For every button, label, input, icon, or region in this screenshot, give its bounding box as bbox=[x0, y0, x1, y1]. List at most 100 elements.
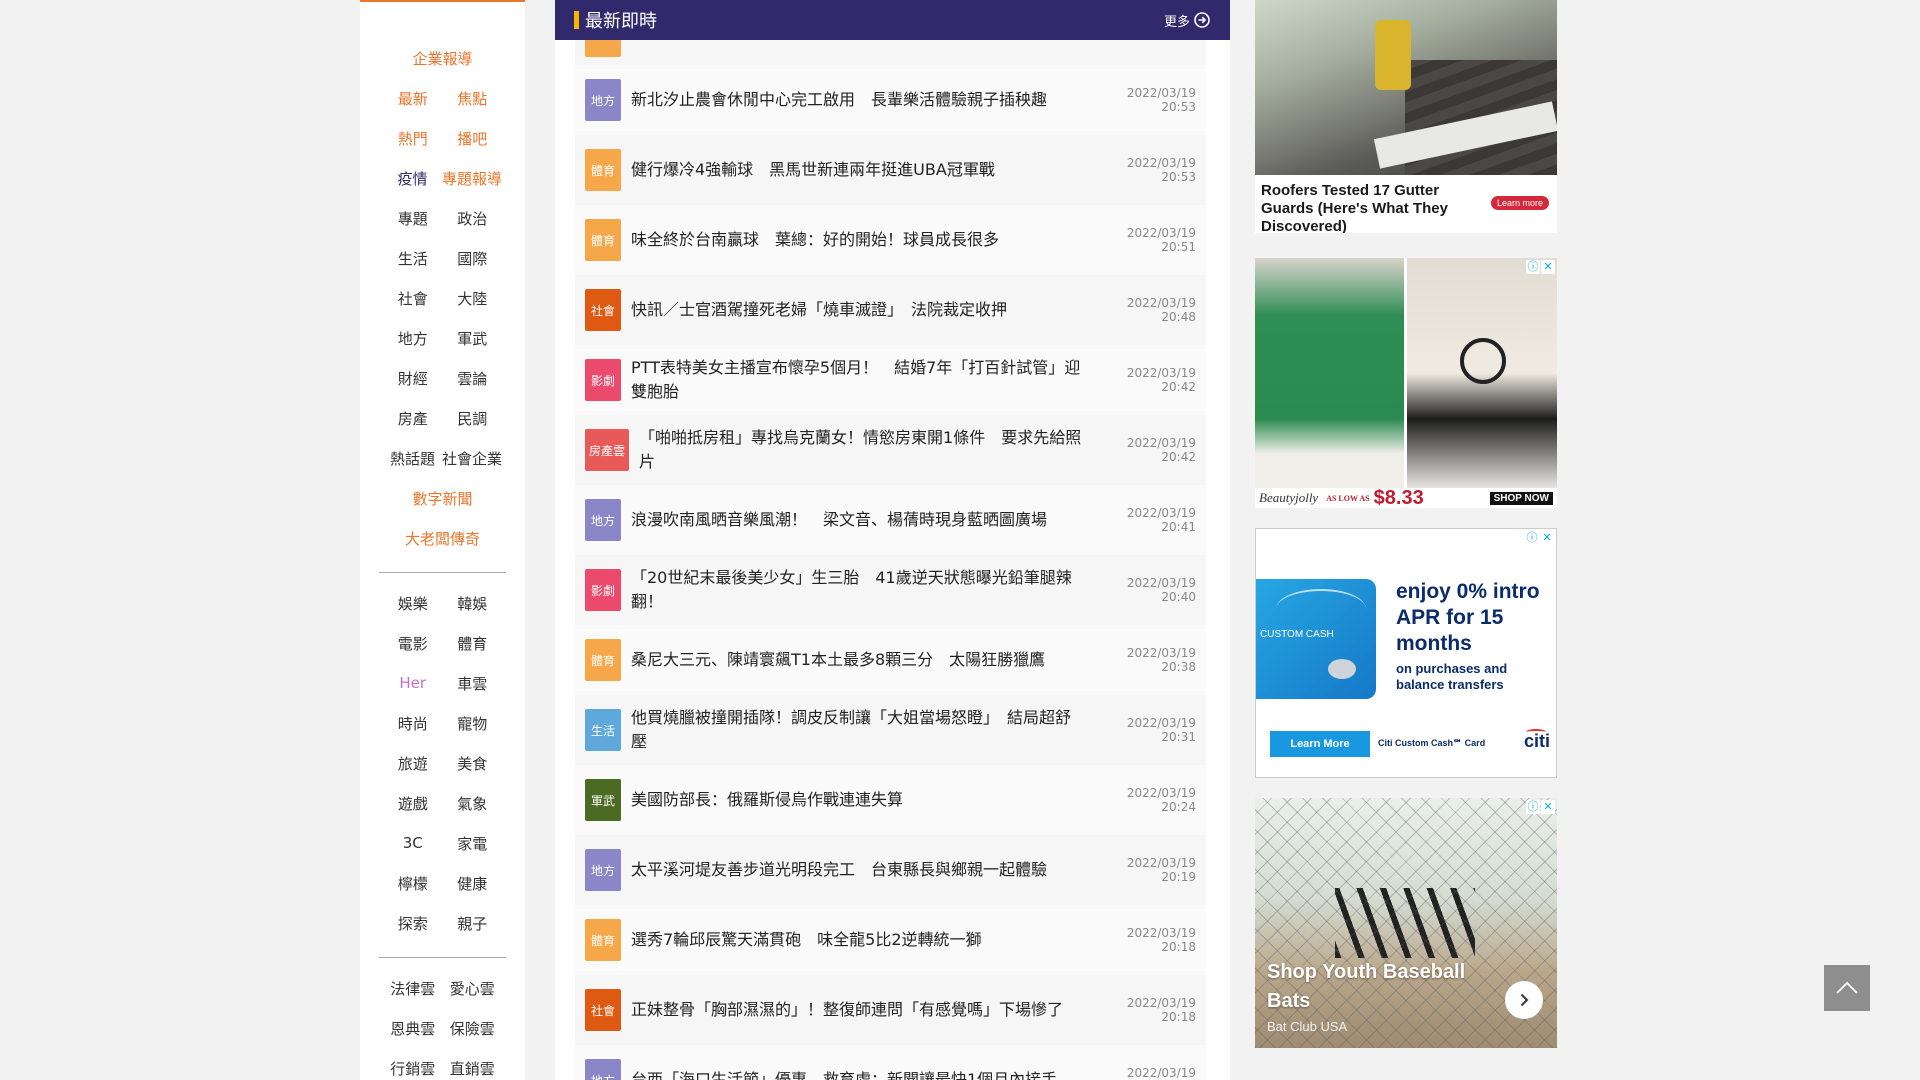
news-headline[interactable]: 桑尼大三元、陳靖寰飆T1本土最多8顆三分 太陽狂勝獵鷹 bbox=[631, 648, 1086, 672]
category-tag[interactable]: 地方 bbox=[585, 849, 621, 891]
sidebar-link[interactable]: 社會 bbox=[383, 288, 443, 309]
news-headline[interactable]: 新北汐止農會休閒中心完工啟用 長輩樂活體驗親子插秧趣 bbox=[631, 88, 1086, 112]
sidebar-link[interactable]: 車雲 bbox=[443, 673, 503, 694]
sidebar-link[interactable]: 社會企業 bbox=[442, 448, 502, 469]
sidebar-link[interactable]: 氣象 bbox=[443, 793, 503, 814]
sidebar-link[interactable]: 家電 bbox=[443, 833, 503, 854]
sidebar-link[interactable]: 數字新聞 bbox=[412, 488, 472, 509]
news-headline[interactable]: 快訊／士官酒駕撞死老婦「燒車滅證」 法院裁定收押 bbox=[631, 298, 1086, 322]
news-item[interactable]: 體育 桑尼大三元、陳靖寰飆T1本土最多8顆三分 太陽狂勝獵鷹 2022/03/19 … bbox=[575, 625, 1206, 695]
more-link[interactable]: 更多 bbox=[1164, 11, 1210, 30]
sidebar-link[interactable]: 企業報導 bbox=[412, 48, 472, 69]
sidebar-link[interactable]: 大老闆傳奇 bbox=[405, 528, 480, 549]
sidebar-link[interactable]: 探索 bbox=[383, 913, 443, 934]
category-tag[interactable]: 體育 bbox=[585, 639, 621, 681]
news-headline[interactable]: 正妹整骨「胸部濕濕的」！整復師連問「有感覺嗎」下場慘了 bbox=[631, 998, 1086, 1022]
news-item[interactable]: 地方台西「海口生活節」優惠 救育處：新聞讓最快1個月內接手 2022/03/19 … bbox=[575, 1045, 1206, 1080]
sidebar-link[interactable]: 國際 bbox=[443, 248, 503, 269]
sidebar-link[interactable]: 生活 bbox=[383, 248, 443, 269]
ad-choices[interactable]: ⓘ ✕ bbox=[1525, 531, 1554, 545]
sidebar-link[interactable]: 健康 bbox=[443, 873, 503, 894]
sidebar-link[interactable]: 直銷雲 bbox=[443, 1058, 503, 1079]
sidebar-link[interactable]: 專題報導 bbox=[442, 168, 502, 189]
ad-fashion[interactable]: ⓘ ✕ Beautyjolly AS LOW AS $8.33 SHOP NOW bbox=[1255, 258, 1557, 508]
category-tag[interactable]: 生活 bbox=[585, 709, 621, 751]
ad-choices[interactable]: ⓘ ✕ bbox=[1526, 800, 1555, 814]
news-headline[interactable]: 味全終於台南贏球 葉總：好的開始！球員成長很多 bbox=[631, 228, 1086, 252]
sidebar-link[interactable]: 保險雲 bbox=[443, 1018, 503, 1039]
next-button[interactable] bbox=[1505, 981, 1543, 1019]
sidebar-link[interactable]: 軍武 bbox=[443, 328, 503, 349]
news-item[interactable]: 軍武 美國防部長：俄羅斯侵烏作戰連連失算 2022/03/19 20:24 bbox=[575, 765, 1206, 835]
sidebar-link[interactable]: 韓娛 bbox=[443, 593, 503, 614]
sidebar-link[interactable]: 財經 bbox=[383, 368, 443, 389]
ad-gutter-guards[interactable]: Roofers Tested 17 Gutter Guards (Here's … bbox=[1255, 0, 1557, 233]
sidebar-link[interactable]: 焦點 bbox=[443, 88, 503, 109]
sidebar-link[interactable]: 體育 bbox=[443, 633, 503, 654]
sidebar-link[interactable]: 房產 bbox=[383, 408, 443, 429]
sidebar-link[interactable]: 美食 bbox=[443, 753, 503, 774]
ad-baseball-bats[interactable]: ⓘ ✕ Shop Youth Baseball Bats Bat Club US… bbox=[1255, 798, 1557, 1048]
news-headline[interactable]: 台西「海口生活節」優惠 救育處：新聞讓最快1個月內接手 bbox=[631, 1068, 1086, 1080]
sidebar-link[interactable]: 疫情 bbox=[383, 168, 442, 189]
category-tag[interactable]: 房產雲 bbox=[585, 429, 630, 471]
sidebar-link[interactable]: 遊戲 bbox=[383, 793, 443, 814]
sidebar-link[interactable]: 娛樂 bbox=[383, 593, 443, 614]
news-item[interactable]: 生活 他買燒臘被撞開插隊！調皮反制讓「大姐當場怒瞪」 結局超舒壓 2022/03/1… bbox=[575, 695, 1206, 765]
news-item[interactable]: 體育 味全終於台南贏球 葉總：好的開始！球員成長很多 2022/03/19 20:5… bbox=[575, 205, 1206, 275]
close-icon[interactable]: ✕ bbox=[1541, 260, 1555, 274]
news-headline[interactable]: 健行爆冷4強輸球 黑馬世新連兩年挺進UBA冠軍戰 bbox=[631, 158, 1086, 182]
category-tag[interactable]: 體育 bbox=[585, 149, 621, 191]
ad-info-icon[interactable]: ⓘ bbox=[1525, 531, 1539, 545]
sidebar-link[interactable]: 法律雲 bbox=[383, 978, 443, 999]
sidebar-link[interactable]: 檸檬 bbox=[383, 873, 443, 894]
category-tag[interactable]: 影劇 bbox=[585, 359, 621, 401]
sidebar-link[interactable]: 播吧 bbox=[443, 128, 503, 149]
sidebar-link[interactable]: 3C bbox=[383, 834, 443, 852]
news-headline[interactable]: PTT表特美女主播宣布懷孕5個月！ 結婚7年「打百針試管」迎雙胞胎 bbox=[631, 356, 1086, 404]
sidebar-link[interactable]: 政治 bbox=[443, 208, 503, 229]
news-headline[interactable]: 美國防部長：俄羅斯侵烏作戰連連失算 bbox=[631, 788, 1086, 812]
news-item[interactable]: 地方 新北汐止農會休閒中心完工啟用 長輩樂活體驗親子插秧趣 2022/03/19 2… bbox=[575, 65, 1206, 135]
learn-more-button[interactable]: Learn More bbox=[1270, 731, 1370, 757]
news-item[interactable]: 影劇 「20世紀末最後美少女」生三胎 41歲逆天狀態曝光鉛筆腿辣翻！ 2022/03… bbox=[575, 555, 1206, 625]
category-tag[interactable]: 社會 bbox=[585, 289, 621, 331]
sidebar-link[interactable]: 大陸 bbox=[443, 288, 503, 309]
sidebar-link[interactable]: Her bbox=[383, 674, 443, 692]
category-tag[interactable]: 軍武 bbox=[585, 779, 621, 821]
news-item[interactable]: 房產雲 「啪啪抵房租」專找烏克蘭女！情慾房東開1條件 要求先給照片 2022/03/… bbox=[575, 415, 1206, 485]
sidebar-link[interactable]: 時尚 bbox=[383, 713, 443, 734]
category-tag[interactable]: 地方 bbox=[585, 499, 621, 541]
close-icon[interactable]: ✕ bbox=[1540, 531, 1554, 545]
scroll-to-top-button[interactable] bbox=[1824, 965, 1870, 1011]
category-tag[interactable]: 影劇 bbox=[585, 569, 621, 611]
sidebar-link[interactable]: 民調 bbox=[443, 408, 503, 429]
news-item[interactable]: 地方 浪漫吹南風晒音樂風潮！ 梁文音、楊蒨時現身藍晒圖廣場 2022/03/19 2… bbox=[575, 485, 1206, 555]
news-headline[interactable]: 浪漫吹南風晒音樂風潮！ 梁文音、楊蒨時現身藍晒圖廣場 bbox=[631, 508, 1086, 532]
news-item[interactable]: 社會 快訊／士官酒駕撞死老婦「燒車滅證」 法院裁定收押 2022/03/19 20:… bbox=[575, 275, 1206, 345]
sidebar-link[interactable]: 專題 bbox=[383, 208, 443, 229]
news-headline[interactable]: 「20世紀末最後美少女」生三胎 41歲逆天狀態曝光鉛筆腿辣翻！ bbox=[631, 566, 1086, 614]
learn-more-button[interactable]: Learn more bbox=[1490, 196, 1549, 210]
sidebar-link[interactable]: 愛心雲 bbox=[443, 978, 503, 999]
news-item[interactable]: 地方 太平溪河堤友善步道光明段完工 台東縣長與鄉親一起體驗 2022/03/19 2… bbox=[575, 835, 1206, 905]
news-headline[interactable]: 太平溪河堤友善步道光明段完工 台東縣長與鄉親一起體驗 bbox=[631, 858, 1086, 882]
news-item[interactable]: 體育 選秀7輪邱辰驚天滿貫砲 味全龍5比2逆轉統一獅 2022/03/19 20:1… bbox=[575, 905, 1206, 975]
sidebar-link[interactable]: 最新 bbox=[383, 88, 443, 109]
sidebar-link[interactable]: 熱話題 bbox=[383, 448, 442, 469]
sidebar-link[interactable]: 寵物 bbox=[443, 713, 503, 734]
ad-citi[interactable]: ⓘ ✕ CUSTOM CASH enjoy 0% intro APR for 1… bbox=[1255, 528, 1557, 778]
sidebar-link[interactable]: 旅遊 bbox=[383, 753, 443, 774]
category-tag[interactable]: 社會 bbox=[585, 989, 621, 1031]
sidebar-link[interactable]: 雲論 bbox=[443, 368, 503, 389]
news-item[interactable]: 社會 正妹整骨「胸部濕濕的」！整復師連問「有感覺嗎」下場慘了 2022/03/19 … bbox=[575, 975, 1206, 1045]
news-headline[interactable]: 選秀7輪邱辰驚天滿貫砲 味全龍5比2逆轉統一獅 bbox=[631, 928, 1086, 952]
news-headline[interactable]: 他買燒臘被撞開插隊！調皮反制讓「大姐當場怒瞪」 結局超舒壓 bbox=[631, 706, 1086, 754]
shop-now-button[interactable]: SHOP NOW bbox=[1489, 491, 1553, 505]
sidebar-link[interactable]: 行銷雲 bbox=[383, 1058, 443, 1079]
sidebar-link[interactable]: 地方 bbox=[383, 328, 443, 349]
news-headline[interactable]: 「啪啪抵房租」專找烏克蘭女！情慾房東開1條件 要求先給照片 bbox=[639, 426, 1086, 474]
sidebar-link[interactable]: 親子 bbox=[443, 913, 503, 934]
news-item[interactable]: 影劇 PTT表特美女主播宣布懷孕5個月！ 結婚7年「打百針試管」迎雙胞胎 2022/… bbox=[575, 345, 1206, 415]
sidebar-link[interactable]: 恩典雲 bbox=[383, 1018, 443, 1039]
